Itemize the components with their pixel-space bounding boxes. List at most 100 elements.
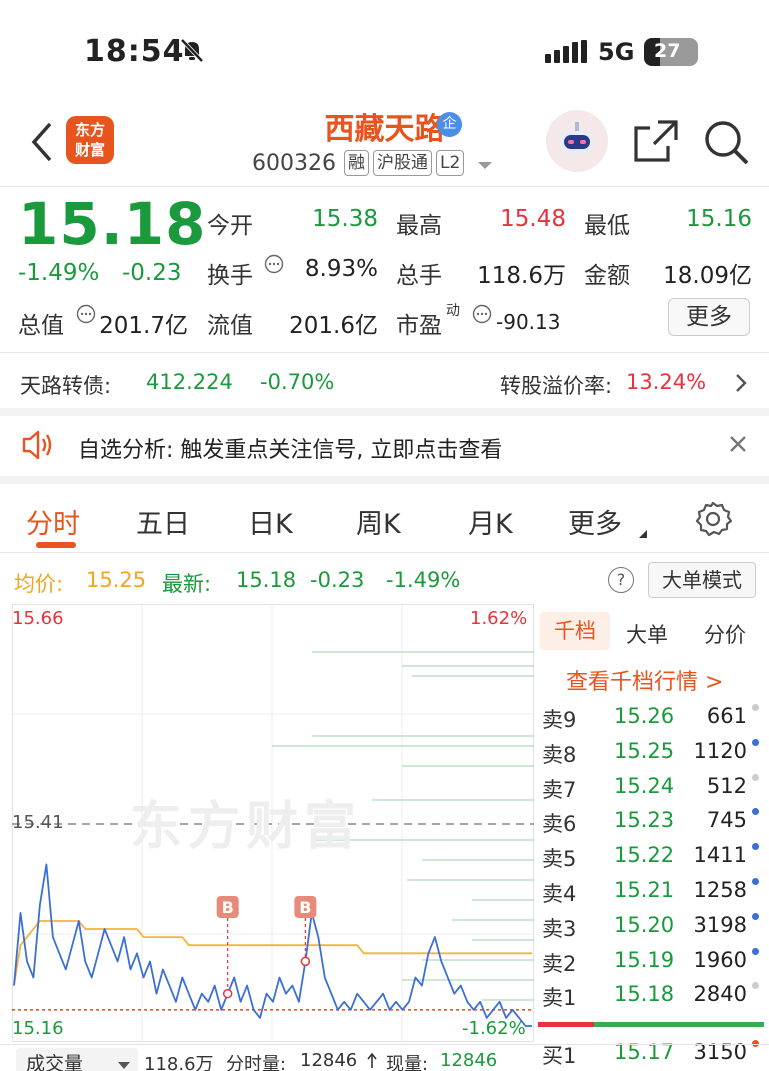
- tab-monthly-k[interactable]: 月K: [468, 502, 513, 541]
- orderbook-tabs: 千档 大单 分价: [536, 606, 769, 656]
- level-price: 15.19: [614, 947, 675, 972]
- settings-icon[interactable]: [694, 500, 733, 542]
- chevron-down-icon[interactable]: [478, 151, 493, 176]
- level-dot-icon: [752, 982, 759, 990]
- latest-label: 最新:: [162, 572, 212, 596]
- mcap-info-icon[interactable]: [76, 304, 96, 328]
- ask-row[interactable]: 卖1 15.18 2840: [540, 980, 765, 1014]
- mcap-label: 总值: [18, 313, 64, 339]
- robot-avatar[interactable]: [546, 110, 608, 172]
- ask-row[interactable]: 卖7 15.24 512: [540, 772, 765, 806]
- stock-code: 600326: [252, 150, 336, 176]
- level-label: 卖1: [542, 986, 577, 1011]
- close-icon[interactable]: [728, 434, 748, 458]
- tag-connect: 沪股通: [372, 150, 432, 176]
- tab-underline: [36, 542, 76, 548]
- pe-value: -90.13: [496, 310, 561, 334]
- help-icon[interactable]: ?: [608, 567, 634, 593]
- tab-more[interactable]: 更多: [568, 502, 622, 541]
- ask-row[interactable]: 卖2 15.19 1960: [540, 946, 765, 980]
- search-icon[interactable]: [702, 118, 750, 170]
- ask-row[interactable]: 卖5 15.22 1411: [540, 841, 765, 875]
- premium-label: 转股溢价率:: [500, 374, 613, 398]
- bond-label[interactable]: 天路转债:: [20, 370, 111, 400]
- volume-divider: [0, 1044, 769, 1045]
- caret-icon: [638, 524, 648, 543]
- tab-price-split[interactable]: 分价: [704, 619, 746, 649]
- level-price: 15.24: [614, 773, 675, 798]
- turnover-value: 8.93%: [304, 256, 378, 282]
- latest-change: -0.23: [310, 568, 365, 592]
- tab-five-day[interactable]: 五日: [136, 502, 190, 541]
- tab-daily-k[interactable]: 日K: [248, 502, 293, 541]
- intraday-chart[interactable]: B B 东方财富 15.66 15.41 15.16 1.62% -1.62%: [12, 604, 534, 1042]
- axis-bottom-pct: -1.62%: [462, 1018, 526, 1039]
- ask-row[interactable]: 卖6 15.23 745: [540, 806, 765, 840]
- time-volume-label: 分时量:: [226, 1054, 287, 1071]
- level-dot-icon: [752, 878, 759, 885]
- enterprise-badge: 企: [437, 112, 462, 137]
- buy-marker-label-1: B: [299, 898, 311, 917]
- volume-value: 118.6万: [477, 263, 566, 289]
- level-price: 15.22: [614, 843, 675, 868]
- level-volume: 1258: [693, 878, 747, 902]
- turnover-info-icon[interactable]: [264, 254, 284, 278]
- ask-row[interactable]: 卖9 15.26 661: [540, 702, 765, 736]
- chevron-right-icon[interactable]: [734, 372, 748, 398]
- level-label: 卖5: [542, 847, 577, 872]
- pe-label: 市盈: [396, 313, 442, 339]
- volume-selector[interactable]: 成交量: [16, 1048, 138, 1071]
- change-value: -0.23: [122, 260, 182, 286]
- volume-total: 118.6万: [144, 1054, 214, 1071]
- level-price: 15.26: [614, 704, 675, 728]
- volume-selector-label: 成交量: [26, 1053, 84, 1071]
- open-label: 今开: [207, 213, 253, 239]
- alert-text[interactable]: 自选分析: 触发重点关注信号, 立即点击查看: [78, 432, 502, 464]
- high-label: 最高: [396, 213, 442, 239]
- more-button[interactable]: 更多: [668, 298, 750, 336]
- turnover-label: 换手: [207, 263, 253, 289]
- big-order-mode-button[interactable]: 大单模式: [648, 562, 756, 598]
- ask-row[interactable]: 卖8 15.25 1120: [540, 737, 765, 771]
- level-dot-icon: [752, 808, 759, 816]
- speaker-icon: [20, 428, 56, 466]
- watermark: 东方财富: [130, 797, 363, 857]
- dropdown-icon: [118, 1056, 130, 1071]
- bond-price: 412.224: [146, 370, 233, 394]
- bid-ratio-fill: [538, 1022, 594, 1027]
- level-volume: 512: [706, 773, 747, 798]
- tab-intraday[interactable]: 分时: [26, 502, 80, 541]
- tab-thousand-level[interactable]: 千档: [540, 612, 610, 650]
- view-thousand-link[interactable]: 查看千档行情 >: [566, 664, 723, 696]
- low-value: 15.16: [686, 206, 752, 232]
- tab-weekly-k[interactable]: 周K: [356, 502, 401, 541]
- level-volume: 1411: [693, 843, 747, 868]
- header-divider: [0, 186, 769, 187]
- now-volume-label: 现量:: [386, 1054, 429, 1071]
- axis-top-price: 15.66: [12, 608, 64, 629]
- axis-bottom-price: 15.16: [12, 1018, 64, 1039]
- share-icon[interactable]: [632, 118, 680, 168]
- level-price: 15.20: [614, 912, 675, 937]
- mcap-value: 201.7亿: [99, 313, 188, 339]
- latest-change-pct: -1.49%: [386, 568, 461, 592]
- bid-ask-ratio-bar: [538, 1022, 764, 1027]
- level-volume: 1960: [693, 947, 747, 972]
- bid-row[interactable]: 买1 15.17 3150: [540, 1038, 765, 1071]
- level-dot-icon: [752, 773, 759, 781]
- ask-row[interactable]: 卖4 15.21 1258: [540, 876, 765, 910]
- pe-info-icon[interactable]: [472, 304, 492, 328]
- open-value: 15.38: [312, 206, 378, 232]
- period-tabs: 分时 五日 日K 周K 月K 更多: [0, 488, 769, 550]
- level-dot-icon: [752, 738, 759, 746]
- level-price: 15.25: [614, 738, 675, 763]
- level-dot-icon: [752, 704, 759, 711]
- status-time: 18:54: [84, 34, 185, 69]
- premium-value: 13.24%: [626, 370, 707, 394]
- ask-row[interactable]: 卖3 15.20 3198: [540, 911, 765, 945]
- level-label: 卖3: [542, 916, 577, 941]
- tab-big-order[interactable]: 大单: [626, 619, 668, 649]
- level-volume: 3198: [693, 912, 747, 937]
- high-value: 15.48: [500, 206, 566, 232]
- buy-marker-label-0: B: [222, 898, 234, 917]
